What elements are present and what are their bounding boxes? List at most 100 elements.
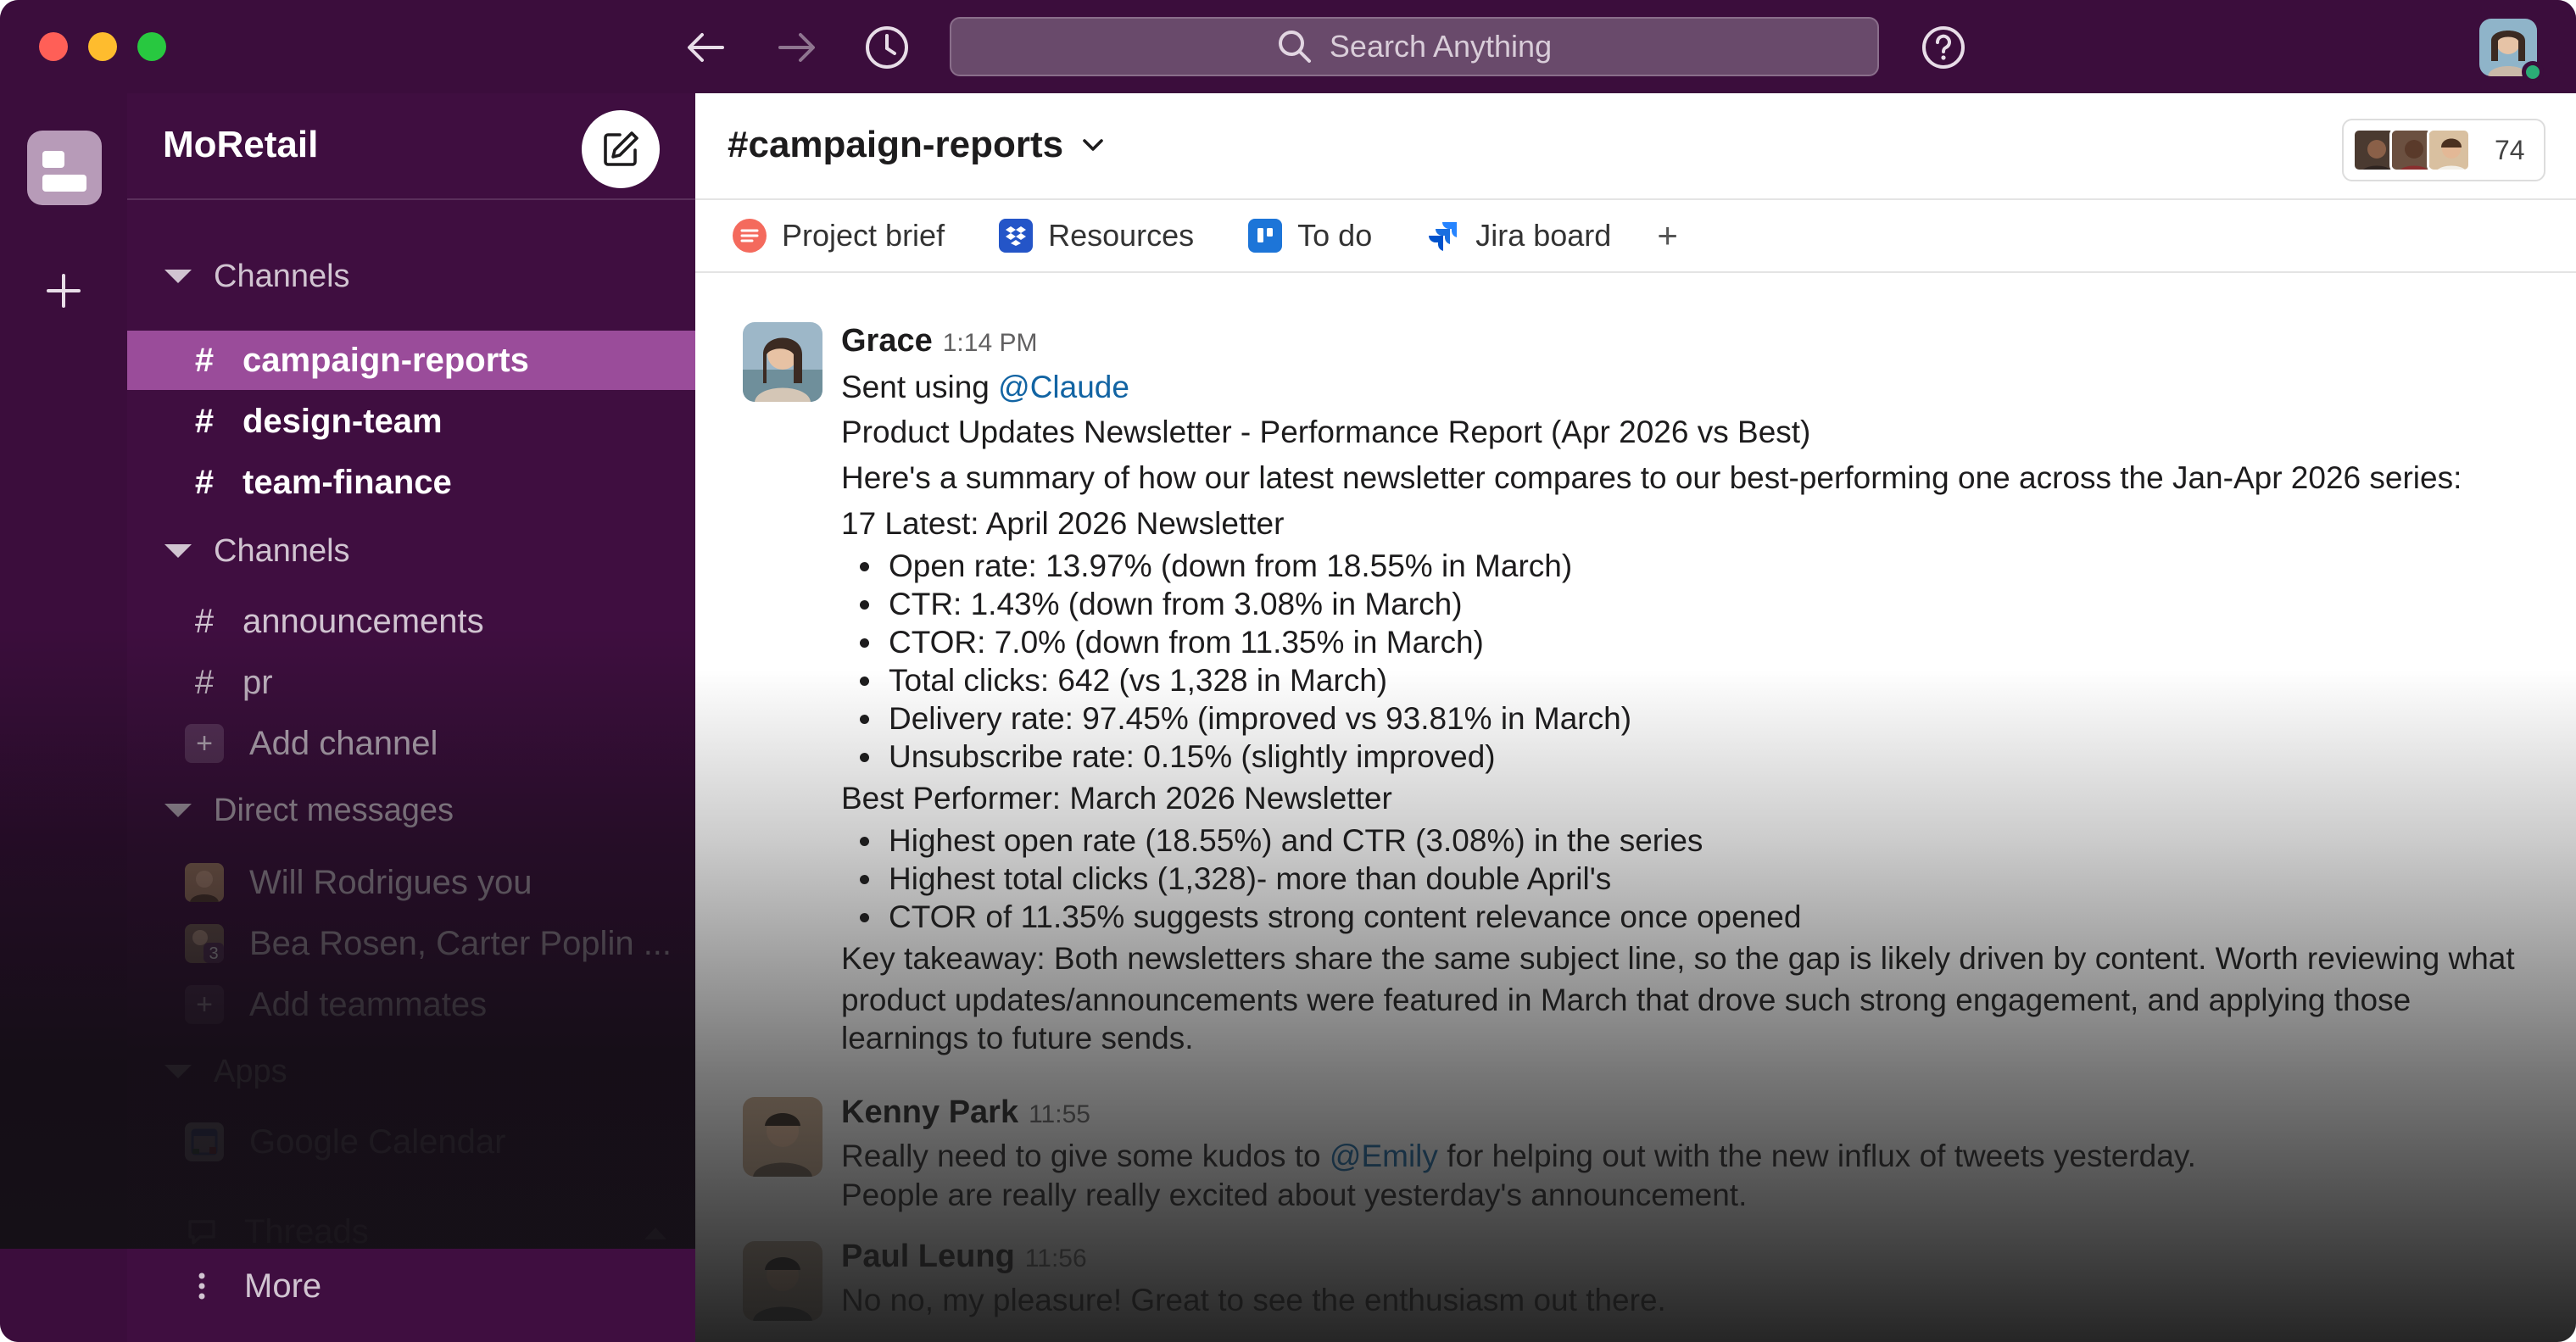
channel-title-button[interactable]: #campaign-reports <box>728 124 1104 166</box>
arrow-right-icon <box>778 33 815 62</box>
channel-label: team-finance <box>243 463 452 501</box>
avatar <box>185 863 224 902</box>
sidebar-item-design-team[interactable]: # design-team <box>127 392 695 451</box>
avatar[interactable] <box>743 1241 822 1321</box>
more-vertical-icon <box>198 1272 205 1300</box>
avatar[interactable] <box>743 1097 822 1177</box>
channel-label: pr <box>243 663 273 701</box>
bookmark-resources[interactable]: Resources <box>999 218 1194 253</box>
section-label: Channels <box>214 532 350 569</box>
section-header-apps[interactable]: Apps <box>164 1046 287 1097</box>
message-line: Key takeaway: Both newsletters share the… <box>841 941 2515 976</box>
members-button[interactable]: 74 <box>2342 119 2545 181</box>
avatar <box>2427 128 2471 172</box>
sidebar-item-dm-group[interactable]: 3 Bea Rosen, Carter Poplin ... <box>127 914 695 973</box>
message-line: product updates/announcements were featu… <box>841 983 2412 1017</box>
hash-icon: # <box>194 663 215 701</box>
bullet-list: Highest open rate (18.55%) and CTR (3.08… <box>841 821 2537 936</box>
hash-icon: # <box>194 402 215 440</box>
message-line: Product Updates Newsletter - Performance… <box>841 415 1811 449</box>
list-item: Unsubscribe rate: 0.15% (slightly improv… <box>841 738 2537 776</box>
channel-header: #campaign-reports 74 <box>695 93 2576 200</box>
workspace-switcher-icon[interactable] <box>27 131 102 205</box>
message-text: No no, my pleasure! Great to see the ent… <box>841 1283 1666 1317</box>
maximize-window-button[interactable] <box>137 32 166 61</box>
more-label: More <box>244 1267 322 1305</box>
add-workspace-button[interactable] <box>36 263 92 319</box>
close-window-button[interactable] <box>39 32 68 61</box>
plus-icon: + <box>185 724 224 763</box>
title-bar: Search Anything <box>0 0 2576 93</box>
sidebar-item-dm-will[interactable]: Will Rodrigues you <box>127 853 695 912</box>
person-photo-icon <box>743 1241 822 1321</box>
search-bar[interactable]: Search Anything <box>950 17 1879 76</box>
sidebar-item-more[interactable]: More <box>127 1256 695 1316</box>
sidebar-item-team-finance[interactable]: # team-finance <box>127 453 695 512</box>
person-photo-icon <box>185 863 224 902</box>
bookmark-label: Jira board <box>1475 218 1612 253</box>
minimize-window-button[interactable] <box>88 32 117 61</box>
history-button[interactable] <box>861 22 912 73</box>
bookmark-label: To do <box>1297 218 1373 253</box>
section-header-direct-messages[interactable]: Direct messages <box>164 785 454 836</box>
compose-button[interactable] <box>582 110 660 188</box>
bookmark-jira-board[interactable]: Jira board <box>1426 218 1611 253</box>
forward-button[interactable] <box>772 22 822 73</box>
search-icon <box>1278 31 1311 63</box>
list-item: CTOR: 7.0% (down from 11.35% in March) <box>841 623 2537 661</box>
list-item: Highest total clicks (1,328)- more than … <box>841 860 2537 898</box>
sidebar-item-threads[interactable]: Threads <box>127 1202 695 1261</box>
message-time[interactable]: 11:55 <box>1029 1100 1090 1128</box>
group-photo-icon: 3 <box>185 924 224 963</box>
message-time[interactable]: 1:14 PM <box>943 329 1038 357</box>
dropbox-icon <box>999 219 1034 253</box>
sidebar-item-google-calendar[interactable]: Google Calendar <box>127 1112 695 1172</box>
caret-down-icon <box>164 804 192 817</box>
add-bookmark-button[interactable]: + <box>1657 215 1678 256</box>
clock-icon <box>866 26 908 69</box>
plus-icon <box>47 274 81 308</box>
bookmark-project-brief[interactable]: Project brief <box>733 218 945 253</box>
app-window: Search Anything MoRetail Channels # camp… <box>0 0 2576 1342</box>
trello-icon <box>1248 219 1283 253</box>
channel-label: announcements <box>243 602 484 640</box>
sent-using-text: Sent using <box>841 370 990 404</box>
bookmark-to-do[interactable]: To do <box>1248 218 1372 253</box>
bullet-list: Open rate: 13.97% (down from 18.55% in M… <box>841 547 2537 776</box>
message-author[interactable]: Paul Leung <box>841 1239 1015 1274</box>
workspace-name[interactable]: MoRetail <box>163 124 318 166</box>
calendar-icon <box>185 1122 224 1161</box>
threads-label: Threads <box>244 1212 369 1250</box>
caret-up-icon <box>644 1228 666 1239</box>
avatar: 3 <box>185 924 224 963</box>
add-teammates-button[interactable]: + Add teammates <box>127 975 695 1034</box>
dm-label: Bea Rosen, Carter Poplin ... <box>249 924 672 962</box>
back-button[interactable] <box>680 22 731 73</box>
section-label: Direct messages <box>214 792 454 828</box>
message-author[interactable]: Kenny Park <box>841 1094 1018 1130</box>
list-item: Highest open rate (18.55%) and CTR (3.08… <box>841 821 2537 860</box>
question-circle-icon <box>1922 26 1965 69</box>
section-header-starred[interactable]: Channels <box>164 251 350 302</box>
bookmark-label: Resources <box>1048 218 1195 253</box>
mention-link[interactable]: @Claude <box>998 370 1129 404</box>
sidebar-item-announcements[interactable]: # announcements <box>127 592 695 651</box>
message-body: Paul Leung 11:56 No no, my pleasure! Grea… <box>841 1234 2537 1320</box>
avatar[interactable] <box>743 322 822 402</box>
sidebar-item-pr[interactable]: # pr <box>127 653 695 712</box>
bookmark-label: Project brief <box>782 218 945 253</box>
message-author[interactable]: Grace <box>841 323 933 359</box>
add-channel-button[interactable]: + Add channel <box>127 714 695 773</box>
compose-icon <box>604 131 638 166</box>
bookmarks-bar: Project brief Resources To do Jira board… <box>695 200 2576 273</box>
dm-label: Will Rodrigues you <box>249 863 532 901</box>
message-time[interactable]: 11:56 <box>1025 1245 1087 1272</box>
sidebar-item-campaign-reports[interactable]: # campaign-reports <box>127 331 695 390</box>
add-channel-label: Add channel <box>249 724 438 762</box>
mention-link[interactable]: @Emily <box>1330 1139 1438 1173</box>
channel-label: design-team <box>243 402 443 440</box>
person-photo-icon <box>743 322 822 402</box>
section-header-channels[interactable]: Channels <box>164 526 350 576</box>
help-button[interactable] <box>1918 22 1969 73</box>
add-teammates-label: Add teammates <box>249 985 488 1023</box>
